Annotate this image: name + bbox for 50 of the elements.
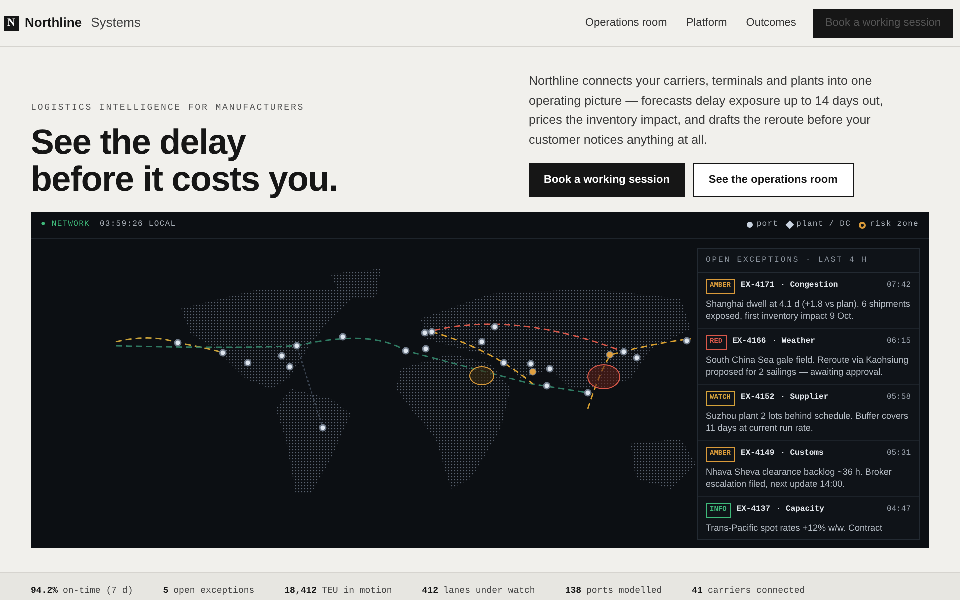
hero-description: Northline connects your carriers, terminals and plants into one operating picture — forecasts delay exposure up to 14 days out, prices the inventory impact, and drafts the reroute before your customer notices anything at all. [529,73,884,149]
nav-link[interactable]: Platform [686,14,728,32]
stat-label: open exceptions [174,584,255,598]
exception-text: Shanghai dwell at 4.1 d (+1.8 vs plan). 6 shipments exposed, first inventory impact 9 Oct. [706,298,911,322]
brand-suffix: Systems [91,14,141,32]
network-status: ● NETWORK [41,219,90,231]
exception-time: 06:15 [886,336,911,348]
legend-label: risk zone [870,219,919,231]
panel-title: OPEN EXCEPTIONS · LAST 4 H [698,249,919,273]
exception-id: EX-4137 [736,504,770,516]
nav-link[interactable]: Outcomes [746,14,796,32]
legend-label: plant / DC [796,219,852,231]
logo-icon[interactable]: N [4,16,19,30]
exception-category: · Customs [780,448,824,460]
hero-title: See the delay before it costs you. [31,124,339,198]
exception-time: 05:58 [886,392,911,404]
stat-value: 41 [692,584,703,598]
nav-link[interactable]: Operations room [585,14,668,32]
ring-icon [859,222,866,228]
stat-value: 94.2% [31,584,58,598]
exception-id: EX-4152 [741,392,775,404]
stat-label: carriers connected [708,584,806,598]
stat-value: 138 [565,584,582,598]
stat-label: TEU in motion [322,584,392,598]
exception-text: South China Sea gale field. Reroute via Kaohsiung proposed for 2 sailings — awaiting approval. [706,354,910,378]
exception-text: Nhava Sheva clearance backlog ~36 h. Broker escalation filed, next update 14:00. [706,466,893,490]
exception-time: 07:42 [886,280,911,292]
map-clock: 03:59:26 LOCAL [100,219,176,231]
stat-label: on-time (7 d) [63,584,134,598]
stat-value: 5 [163,584,169,598]
exception-text: Trans-Pacific spot rates +12% w/w. Contract [706,522,884,534]
exception-id: EX-4166 [732,336,766,348]
exception-time: 05:31 [886,448,911,460]
exception-category: · Congestion [780,280,838,292]
exception-time: 04:47 [886,504,911,516]
exception-id: EX-4171 [741,280,775,292]
secondary-button[interactable]: See the operations room [692,163,854,198]
exception-category: · Weather [772,336,816,348]
exception-id: EX-4149 [741,448,775,460]
stat-label: ports modelled [586,584,662,598]
exception-text: Suzhou plant 2 lots behind schedule. Buffer covers 11 days at current run rate. [706,410,910,434]
legend-label: port [756,219,779,231]
brand-name: Northline [25,14,82,32]
stat-label: lanes under watch [443,584,536,598]
eyebrow-text: LOGISTICS INTELLIGENCE FOR MANUFACTURERS [31,102,306,115]
primary-button[interactable]: Book a working session [529,163,685,198]
stat-value: 412 [422,584,438,598]
exception-category: · Supplier [780,392,829,404]
stat-value: 18,412 [284,584,318,598]
exception-category: · Capacity [776,504,824,516]
